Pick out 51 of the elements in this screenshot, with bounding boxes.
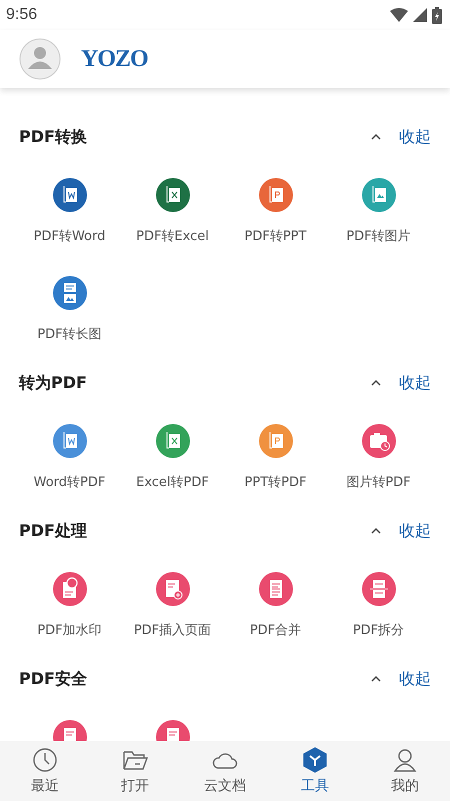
tool-icon[interactable] <box>156 178 190 212</box>
tool-label: PDF插入页面 <box>134 622 212 640</box>
tool-label: 图片转PDF <box>346 474 411 492</box>
tool-label: PPT转PDF <box>244 474 306 492</box>
tool-label: PDF加水印 <box>37 622 102 640</box>
nav-tab[interactable]: 工具 <box>270 741 360 801</box>
tool-label: PDF合并 <box>250 622 302 640</box>
app-logo: YOZO <box>81 46 148 72</box>
nav-tab[interactable]: 最近 <box>0 741 90 801</box>
tool-icon[interactable] <box>258 178 292 212</box>
tool-label: PDF转图片 <box>346 228 411 246</box>
section-title: PDF安全 <box>19 668 87 690</box>
avatar-icon[interactable] <box>19 38 61 80</box>
status-time: 9:56 <box>6 6 38 24</box>
nav-tab[interactable]: 打开 <box>90 741 180 801</box>
user-icon <box>392 747 418 773</box>
tool-icon[interactable] <box>52 178 86 212</box>
tool-label: PDF转PPT <box>244 228 306 246</box>
tool-label: PDF转Word <box>34 228 106 246</box>
tool-label: PDF转长图 <box>37 326 102 344</box>
collapse-button[interactable]: 收起 <box>371 520 431 542</box>
collapse-button[interactable]: 收起 <box>371 126 431 148</box>
tool-label: PDF转Excel <box>136 228 209 246</box>
caret-icon <box>371 134 381 140</box>
caret-icon <box>371 380 381 386</box>
cube-icon <box>302 747 328 773</box>
tool-icon[interactable] <box>258 572 292 606</box>
tool-icon[interactable] <box>362 424 396 458</box>
caret-icon <box>371 528 381 534</box>
signal-icon <box>413 8 427 22</box>
tool-label: PDF拆分 <box>352 622 404 640</box>
clock-icon <box>32 747 58 773</box>
section-title: 转为PDF <box>19 372 87 394</box>
section-title: PDF处理 <box>19 520 87 542</box>
nav-tab[interactable]: 云文档 <box>180 741 270 801</box>
caret-icon <box>371 676 381 682</box>
wifi-icon <box>390 8 408 22</box>
tool-icon[interactable] <box>362 572 396 606</box>
tool-icon[interactable] <box>362 178 396 212</box>
tool-label: Word转PDF <box>34 474 106 492</box>
tool-icon[interactable] <box>52 276 86 310</box>
battery-icon <box>432 6 442 24</box>
tool-icon[interactable] <box>52 572 86 606</box>
section-title: PDF转换 <box>19 126 87 148</box>
tool-label: Excel转PDF <box>136 474 209 492</box>
tool-icon[interactable] <box>156 572 190 606</box>
tool-icon[interactable] <box>156 424 190 458</box>
nav-tab[interactable]: 我的 <box>360 741 450 801</box>
collapse-button[interactable]: 收起 <box>371 372 431 394</box>
collapse-button[interactable]: 收起 <box>371 668 431 690</box>
tool-icon[interactable] <box>52 424 86 458</box>
